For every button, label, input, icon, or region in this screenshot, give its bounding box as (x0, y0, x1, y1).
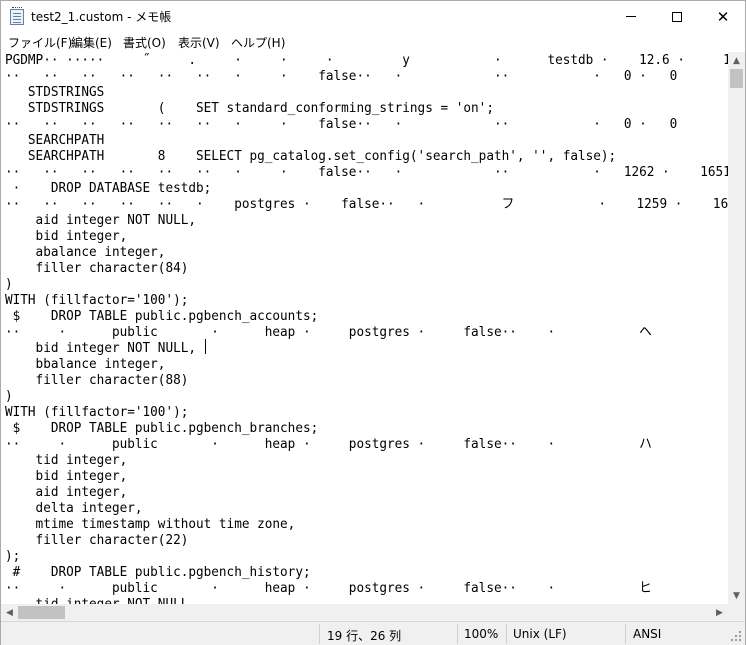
text-line: aid integer NOT NULL, (5, 212, 197, 228)
text-line: STDSTRINGS (5, 84, 105, 100)
text-line: ·· ·· ·· ·· ·· · postgres · false·· · フ … (5, 196, 728, 212)
text-line: SEARCHPATH (5, 132, 105, 148)
text-line: $ DROP TABLE public.pgbench_branches; (5, 420, 319, 436)
scrollbar-corner (728, 604, 745, 621)
text-line: delta integer, (5, 500, 143, 516)
text-line: ) (5, 388, 13, 404)
zoom-level: 100% (464, 627, 499, 641)
text-line: ·· · public · heap · postgres · false·· … (5, 580, 652, 596)
line-ending: Unix (LF) (513, 627, 567, 641)
status-separator (457, 624, 458, 644)
menu-format[interactable]: 書式(O) (123, 34, 166, 51)
text-line: ); (5, 548, 21, 564)
status-separator (506, 624, 507, 644)
vertical-scroll-thumb[interactable] (730, 69, 743, 88)
menu-bar: ファイル(F) 編集(E) 書式(O) 表示(V) ヘルプ(H) (1, 32, 745, 52)
window-title: test2_1.custom - メモ帳 (31, 10, 172, 24)
text-line: filler character(22) (5, 532, 189, 548)
title-bar[interactable]: test2_1.custom - メモ帳 ✕ (1, 1, 745, 32)
text-line: bid integer, (5, 228, 128, 244)
text-line: $ DROP TABLE public.pgbench_accounts; (5, 308, 319, 324)
scroll-down-button[interactable]: ▼ (728, 587, 745, 604)
text-line: PGDMP·· ····· ˝ . · · · y · testdb · 12.… (5, 52, 728, 68)
scroll-right-button[interactable]: ▶ (711, 604, 728, 621)
text-line: · DROP DATABASE testdb; (5, 180, 212, 196)
status-separator (625, 624, 626, 644)
menu-file[interactable]: ファイル(F) (8, 34, 72, 51)
encoding: ANSI (633, 627, 662, 641)
text-line: SEARCHPATH 8 SELECT pg_catalog.set_confi… (5, 148, 617, 164)
horizontal-scrollbar[interactable]: ◀ ▶ (1, 604, 728, 621)
text-caret (205, 339, 206, 354)
notepad-app-icon[interactable] (10, 7, 24, 25)
resize-grip-icon[interactable] (731, 631, 743, 643)
text-line: STDSTRINGS ( SET standard_conforming_str… (5, 100, 494, 116)
text-line: abalance integer, (5, 244, 166, 260)
text-line: ) (5, 276, 13, 292)
text-line: ·· ·· ·· ·· ·· ·· · · false·· · ·· · 0 ·… (5, 68, 678, 84)
text-line: WITH (fillfactor='100'); (5, 292, 189, 308)
text-line: bbalance integer, (5, 356, 166, 372)
text-line: ·· · public · heap · postgres · false·· … (5, 324, 652, 340)
horizontal-scroll-thumb[interactable] (18, 606, 65, 619)
text-line: tid integer NOT NULL, (5, 596, 197, 604)
status-separator (319, 624, 320, 644)
text-line: mtime timestamp without time zone, (5, 516, 296, 532)
text-line: bid integer NOT NULL, (5, 340, 197, 356)
text-line: WITH (fillfactor='100'); (5, 404, 189, 420)
text-editor[interactable]: PGDMP·· ····· ˝ . · · · y · testdb · 12.… (1, 52, 728, 604)
chevron-up-icon: ▲ (733, 55, 740, 66)
maximize-button[interactable] (654, 1, 700, 32)
chevron-down-icon: ▼ (733, 590, 740, 601)
vertical-scrollbar[interactable]: ▲ ▼ (728, 52, 745, 604)
cursor-position: 19 行、26 列 (327, 629, 402, 643)
text-line: # DROP TABLE public.pgbench_history; (5, 564, 311, 580)
text-line: aid integer, (5, 484, 128, 500)
status-bar: 19 行、26 列 100% Unix (LF) ANSI (1, 621, 745, 645)
minimize-icon (626, 16, 636, 17)
menu-edit[interactable]: 編集(E) (71, 34, 112, 51)
text-line: ·· ·· ·· ·· ·· ·· · · false·· · ·· · 126… (5, 164, 728, 180)
chevron-left-icon: ◀ (6, 607, 13, 618)
close-button[interactable]: ✕ (700, 1, 746, 32)
close-icon: ✕ (716, 7, 730, 26)
minimize-button[interactable] (608, 1, 654, 32)
chevron-right-icon: ▶ (716, 607, 723, 618)
text-line: filler character(84) (5, 260, 189, 276)
notepad-window: test2_1.custom - メモ帳 ✕ ファイル(F) 編集(E) 書式(… (0, 0, 746, 645)
scroll-up-button[interactable]: ▲ (728, 52, 745, 69)
maximize-icon (672, 11, 682, 22)
text-line: filler character(88) (5, 372, 189, 388)
text-line: ·· · public · heap · postgres · false·· … (5, 436, 652, 452)
scroll-left-button[interactable]: ◀ (1, 604, 18, 621)
text-line: ·· ·· ·· ·· ·· ·· · · false·· · ·· · 0 ·… (5, 116, 678, 132)
text-line: bid integer, (5, 468, 128, 484)
menu-view[interactable]: 表示(V) (178, 34, 220, 51)
menu-help[interactable]: ヘルプ(H) (231, 34, 285, 51)
text-line: tid integer, (5, 452, 128, 468)
